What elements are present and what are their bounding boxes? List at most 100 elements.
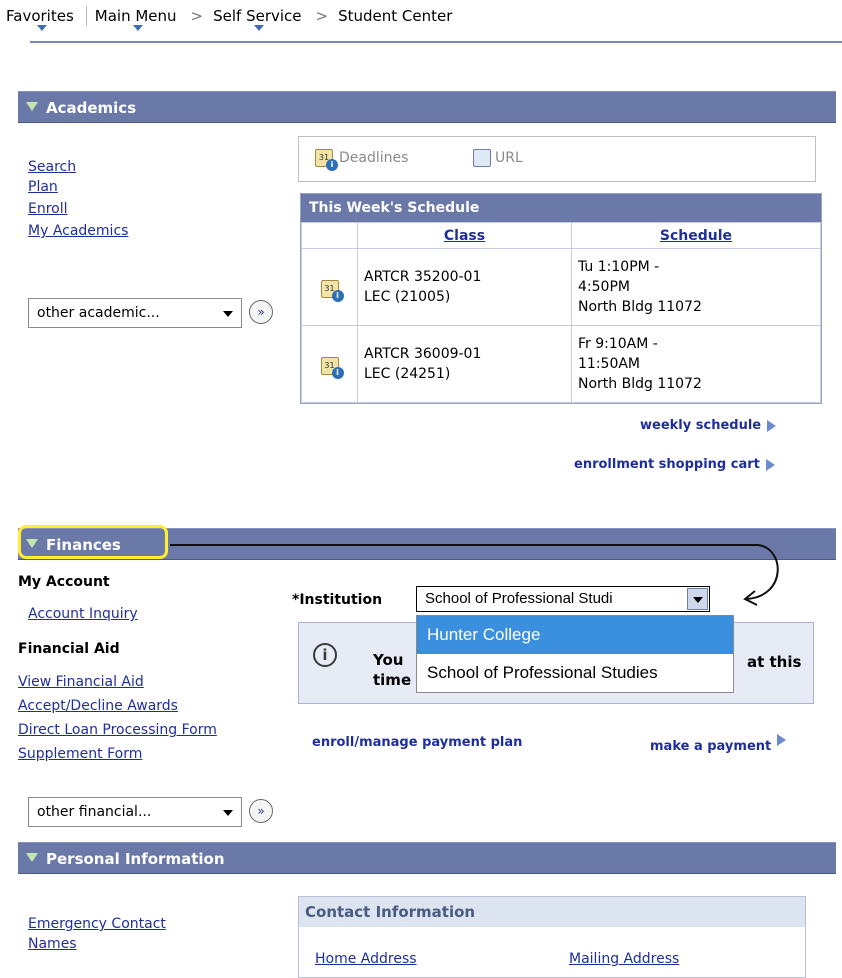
academics-title: Academics (46, 99, 137, 117)
url-icon (473, 149, 491, 167)
chevron-down-icon (223, 810, 233, 816)
academic-go-button[interactable]: » (249, 300, 273, 324)
other-academic-dropdown[interactable]: other academic... (28, 298, 242, 328)
class-cell: ARTCR 35200-01 LEC (21005) (357, 248, 572, 326)
view-financial-aid-link[interactable]: View Financial Aid (18, 674, 144, 690)
info-icon: i (313, 643, 337, 667)
shopping-cart-link[interactable]: enrollment shopping cart (574, 457, 775, 472)
class-section: LEC (24251) (364, 366, 451, 382)
annotation-line (170, 544, 758, 546)
url-tab[interactable]: URL (473, 149, 523, 167)
breadcrumb-divider (85, 6, 87, 26)
schedule-title: This Week's Schedule (301, 194, 821, 222)
class-code: ARTCR 36009-01 (364, 346, 482, 362)
class-sort-link[interactable]: Class (444, 228, 485, 244)
financial-go-button[interactable]: » (249, 799, 273, 823)
account-inquiry-link[interactable]: Account Inquiry (28, 606, 138, 622)
direct-loan-form-link[interactable]: Direct Loan Processing Form (18, 722, 217, 738)
schedule-time-start: Fr 9:10AM - (578, 336, 658, 352)
other-financial-value: other financial... (37, 804, 152, 820)
row-icon-cell: 31 i (301, 325, 358, 403)
class-details-icon[interactable]: 31 i (320, 356, 344, 379)
schedule-time-start: Tu 1:10PM - (578, 259, 660, 275)
table-row: 31 i ARTCR 36009-01 LEC (24251) Fr 9:10AM… (301, 325, 821, 403)
main-menu[interactable]: Main Menu (91, 7, 185, 31)
dropdown-arrow-icon[interactable] (687, 588, 708, 610)
annotation-arrow-icon (743, 544, 779, 606)
personal-info-header[interactable]: Personal Information (18, 842, 836, 874)
other-academic-value: other academic... (37, 305, 160, 321)
info-text-end: at this (747, 653, 802, 671)
schedule-room: North Bldg 11072 (578, 299, 702, 315)
breadcrumb-separator-1: > (190, 7, 204, 25)
schedule-room: North Bldg 11072 (578, 376, 702, 392)
search-link[interactable]: Search (28, 159, 76, 175)
main-menu-label: Main Menu (94, 7, 177, 25)
academics-tab-bar: 31 i Deadlines URL (298, 136, 816, 182)
self-service-menu[interactable]: Self Service (209, 7, 309, 31)
academics-links: Search Plan Enroll My Academics (28, 155, 128, 243)
deadlines-tab[interactable]: 31 i Deadlines (315, 149, 409, 171)
double-chevron-right-icon: » (257, 305, 265, 319)
shopping-cart-label: enrollment shopping cart (574, 457, 760, 472)
emergency-contact-link[interactable]: Emergency Contact (28, 916, 166, 932)
home-address-link[interactable]: Home Address (315, 951, 417, 967)
highlight-annotation (18, 525, 168, 559)
chevron-down-icon (223, 311, 233, 317)
names-link[interactable]: Names (28, 936, 77, 952)
supplement-form-link[interactable]: Supplement Form (18, 746, 142, 762)
favorites-label: Favorites (6, 7, 74, 25)
financial-aid-links: View Financial Aid Accept/Decline Awards… (18, 670, 217, 766)
class-details-icon[interactable]: 31 i (320, 279, 344, 302)
class-column-header[interactable]: Class (357, 222, 572, 249)
my-academics-link[interactable]: My Academics (28, 223, 128, 239)
url-label: URL (495, 150, 523, 166)
deadlines-calendar-icon: 31 i (315, 149, 338, 171)
my-account-heading: My Account (18, 574, 110, 590)
table-row: 31 i ARTCR 35200-01 LEC (21005) Tu 1:10PM… (301, 248, 821, 326)
collapse-triangle-icon[interactable] (26, 102, 38, 111)
schedule-time-end: 4:50PM (578, 279, 630, 295)
weekly-schedule-label: weekly schedule (640, 418, 762, 433)
main-menu-caret-icon (132, 25, 143, 31)
make-payment-label: make a payment (650, 739, 772, 754)
header-rule (30, 41, 842, 43)
schedule-column-header[interactable]: Schedule (571, 222, 821, 249)
option-hunter-college[interactable]: Hunter College (417, 616, 733, 654)
schedule-cell: Tu 1:10PM - 4:50PM North Bldg 11072 (571, 248, 821, 326)
double-chevron-right-icon: » (257, 804, 265, 818)
make-payment-link[interactable]: make a payment (650, 727, 787, 754)
weekly-schedule-link[interactable]: weekly schedule (640, 418, 777, 433)
schedule-cell: Fr 9:10AM - 11:50AM North Bldg 11072 (571, 325, 821, 403)
contact-info-title: Contact Information (299, 897, 805, 927)
self-service-label: Self Service (213, 7, 302, 25)
schedule-time-end: 11:50AM (578, 356, 641, 372)
accept-decline-awards-link[interactable]: Accept/Decline Awards (18, 698, 178, 714)
academics-header[interactable]: Academics (18, 91, 836, 123)
class-cell: ARTCR 36009-01 LEC (24251) (357, 325, 572, 403)
icon-column-header (301, 222, 358, 249)
class-code: ARTCR 35200-01 (364, 269, 482, 285)
play-arrow-icon (777, 733, 787, 746)
enroll-link[interactable]: Enroll (28, 201, 68, 217)
institution-options-list: Hunter College School of Professional St… (416, 615, 734, 693)
favorites-menu[interactable]: Favorites (2, 7, 82, 31)
institution-label: *Institution (292, 592, 383, 608)
collapse-triangle-icon[interactable] (26, 853, 38, 862)
class-section: LEC (21005) (364, 289, 451, 305)
option-school-of-professional-studies[interactable]: School of Professional Studies (417, 654, 733, 692)
payment-plan-link[interactable]: enroll/manage payment plan (312, 735, 522, 750)
favorites-caret-icon (36, 25, 47, 31)
deadlines-label: Deadlines (339, 150, 409, 166)
breadcrumb-separator-2: > (315, 7, 329, 25)
play-arrow-icon (765, 458, 775, 471)
institution-select[interactable]: School of Professional Studi (416, 586, 710, 612)
plan-link[interactable]: Plan (28, 179, 58, 195)
mailing-address-link[interactable]: Mailing Address (569, 951, 679, 967)
info-text-time: time (373, 671, 412, 689)
schedule-sort-link[interactable]: Schedule (660, 228, 732, 244)
financial-aid-heading: Financial Aid (18, 641, 120, 657)
student-center-crumb[interactable]: Student Center (334, 7, 460, 25)
other-financial-dropdown[interactable]: other financial... (28, 797, 242, 827)
institution-value: School of Professional Studi (425, 590, 613, 607)
